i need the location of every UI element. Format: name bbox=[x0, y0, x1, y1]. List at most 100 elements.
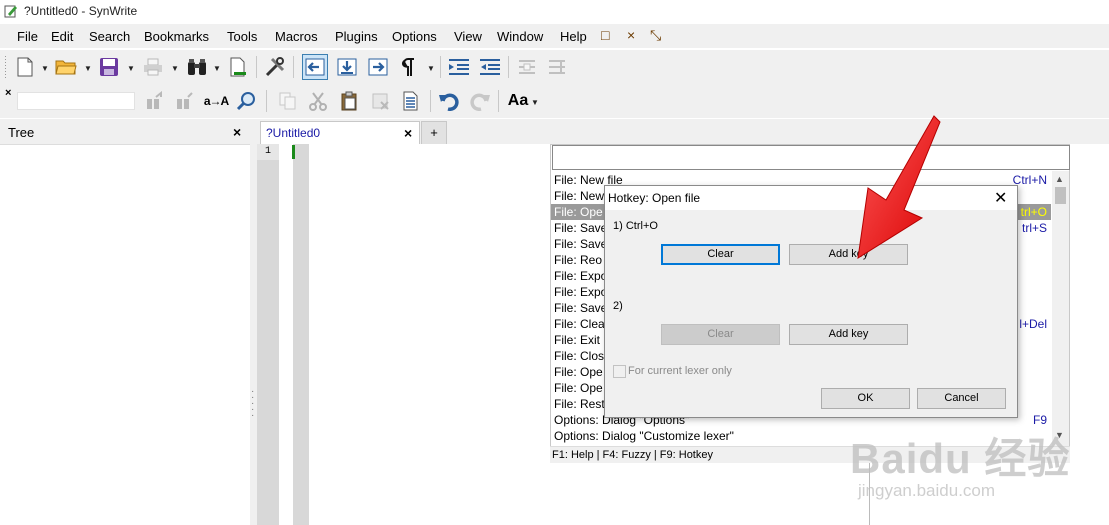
add-key-button-2[interactable]: Add key bbox=[789, 324, 908, 345]
pane-left-icon[interactable] bbox=[302, 54, 328, 80]
pilcrow-icon[interactable] bbox=[396, 54, 422, 80]
open-dropdown-icon[interactable]: ▼ bbox=[84, 64, 92, 73]
command-name: File: Expo bbox=[554, 269, 608, 283]
tools-icon[interactable] bbox=[262, 54, 288, 80]
clear-button-1[interactable]: Clear bbox=[661, 244, 780, 265]
new-tab-button[interactable]: + bbox=[421, 121, 447, 144]
pane-down-icon[interactable] bbox=[334, 54, 360, 80]
line-number: 1 bbox=[257, 144, 279, 160]
delete-icon[interactable] bbox=[367, 88, 393, 114]
toolbar-close-icon[interactable]: × bbox=[5, 87, 11, 99]
menu-file[interactable]: File bbox=[17, 29, 38, 44]
title-bar: ?Untitled0 - SynWrite bbox=[0, 0, 1109, 24]
current-lexer-checkbox[interactable] bbox=[613, 365, 626, 378]
tree-panel[interactable] bbox=[0, 146, 250, 525]
toolbar-separator bbox=[508, 56, 509, 78]
tree-close-icon[interactable]: × bbox=[233, 124, 241, 140]
panel-splitter[interactable]: · · · · · bbox=[250, 119, 257, 525]
magnifier-icon[interactable] bbox=[233, 88, 259, 114]
menu-options[interactable]: Options bbox=[392, 29, 437, 44]
menu-bookmarks[interactable]: Bookmarks bbox=[144, 29, 209, 44]
scroll-up-icon[interactable]: ▲ bbox=[1055, 174, 1064, 184]
paste-icon[interactable] bbox=[336, 88, 362, 114]
menu-search[interactable]: Search bbox=[89, 29, 130, 44]
tree-panel-title: Tree bbox=[8, 125, 35, 140]
find-next-icon[interactable] bbox=[141, 88, 167, 114]
new-dropdown-icon[interactable]: ▼ bbox=[41, 64, 49, 73]
menu-plugins[interactable]: Plugins bbox=[335, 29, 378, 44]
toolbar-separator bbox=[430, 90, 431, 112]
cancel-button[interactable]: Cancel bbox=[917, 388, 1006, 409]
command-list-scrollbar[interactable]: ▲ ▼ bbox=[1052, 171, 1069, 446]
font-dropdown-icon[interactable]: ▼ bbox=[531, 98, 539, 107]
menu-edit[interactable]: Edit bbox=[51, 29, 73, 44]
undo-icon[interactable] bbox=[436, 88, 462, 114]
binoculars-icon[interactable] bbox=[184, 54, 210, 80]
command-name: File: Save bbox=[554, 237, 608, 251]
scroll-thumb[interactable] bbox=[1055, 187, 1066, 204]
restore-icon[interactable]: □ bbox=[601, 27, 609, 43]
quick-search-input[interactable] bbox=[17, 92, 135, 110]
command-name: File: Exit bbox=[554, 333, 601, 347]
menu-help[interactable]: Help bbox=[560, 29, 587, 44]
find-prev-icon[interactable] bbox=[171, 88, 197, 114]
unindent-icon[interactable] bbox=[477, 54, 503, 80]
copy-icon[interactable] bbox=[275, 88, 301, 114]
ok-button[interactable]: OK bbox=[821, 388, 910, 409]
command-name: File: Ope bbox=[554, 205, 603, 219]
menu-window[interactable]: Window bbox=[497, 29, 543, 44]
font-icon[interactable]: Aa bbox=[504, 88, 532, 114]
menu-tools[interactable]: Tools bbox=[227, 29, 257, 44]
hotkey-slot-1-label: 1) Ctrl+O bbox=[613, 220, 658, 232]
find-dropdown-icon[interactable]: ▼ bbox=[213, 64, 221, 73]
open-folder-icon[interactable] bbox=[53, 54, 79, 80]
command-name: File: Expo bbox=[554, 285, 608, 299]
pilcrow-dropdown-icon[interactable]: ▼ bbox=[427, 64, 435, 73]
redo-icon[interactable] bbox=[467, 88, 493, 114]
font-label: Aa bbox=[507, 92, 529, 109]
watermark-brand: Baidu 经验 bbox=[850, 435, 1071, 482]
command-name: File: Ope bbox=[554, 365, 603, 379]
command-hotkey: trl+O bbox=[1020, 205, 1047, 219]
fold-icon[interactable] bbox=[514, 54, 540, 80]
menu-view[interactable]: View bbox=[454, 29, 482, 44]
menu-bar: File Edit Search Bookmarks Tools Macros … bbox=[0, 24, 1109, 48]
tab-close-icon[interactable]: × bbox=[404, 125, 412, 141]
command-name: File: Clea bbox=[554, 317, 605, 331]
command-hotkey: l+Del bbox=[1019, 317, 1047, 331]
export-icon[interactable] bbox=[225, 54, 251, 80]
status-help-text: F1: Help | F4: Fuzzy | F9: Hotkey bbox=[552, 449, 713, 461]
menu-macros[interactable]: Macros bbox=[275, 29, 318, 44]
print-icon[interactable] bbox=[140, 54, 166, 80]
toolbar-grip[interactable] bbox=[5, 56, 6, 78]
toolbar-separator bbox=[266, 90, 267, 112]
select-all-icon[interactable] bbox=[398, 88, 424, 114]
clear-button-2[interactable]: Clear bbox=[661, 324, 780, 345]
save-dropdown-icon[interactable]: ▼ bbox=[127, 64, 135, 73]
cut-icon[interactable] bbox=[305, 88, 331, 114]
replace-icon[interactable]: a→A bbox=[202, 88, 230, 114]
detach-icon[interactable]: ⤡ bbox=[650, 27, 661, 44]
indent-icon[interactable] bbox=[446, 54, 472, 80]
close-doc-icon[interactable]: × bbox=[627, 27, 635, 43]
command-filter-input[interactable] bbox=[552, 145, 1070, 170]
editor-gutter: 1 bbox=[257, 144, 309, 525]
dialog-title: Hotkey: Open file bbox=[608, 191, 701, 205]
print-dropdown-icon[interactable]: ▼ bbox=[171, 64, 179, 73]
hotkey-slot-2-label: 2) bbox=[613, 300, 623, 312]
command-hotkey: trl+S bbox=[1021, 221, 1047, 235]
hotkey-dialog bbox=[604, 185, 1018, 418]
dialog-close-icon[interactable]: ✕ bbox=[994, 188, 1007, 208]
red-arrow-icon bbox=[857, 115, 941, 259]
splitter-grip-icon[interactable]: · · · · · bbox=[251, 387, 254, 421]
command-name: File: Save bbox=[554, 301, 608, 315]
tab-untitled0[interactable]: ?Untitled0 × bbox=[260, 121, 420, 145]
save-icon[interactable] bbox=[96, 54, 122, 80]
toolbar-separator bbox=[498, 90, 499, 112]
unfold-icon[interactable] bbox=[544, 54, 570, 80]
command-name: File: Rest bbox=[554, 397, 605, 411]
fold-margin bbox=[279, 144, 293, 525]
pane-right-icon[interactable] bbox=[365, 54, 391, 80]
toolbar-separator bbox=[293, 56, 294, 78]
new-file-icon[interactable] bbox=[12, 54, 38, 80]
